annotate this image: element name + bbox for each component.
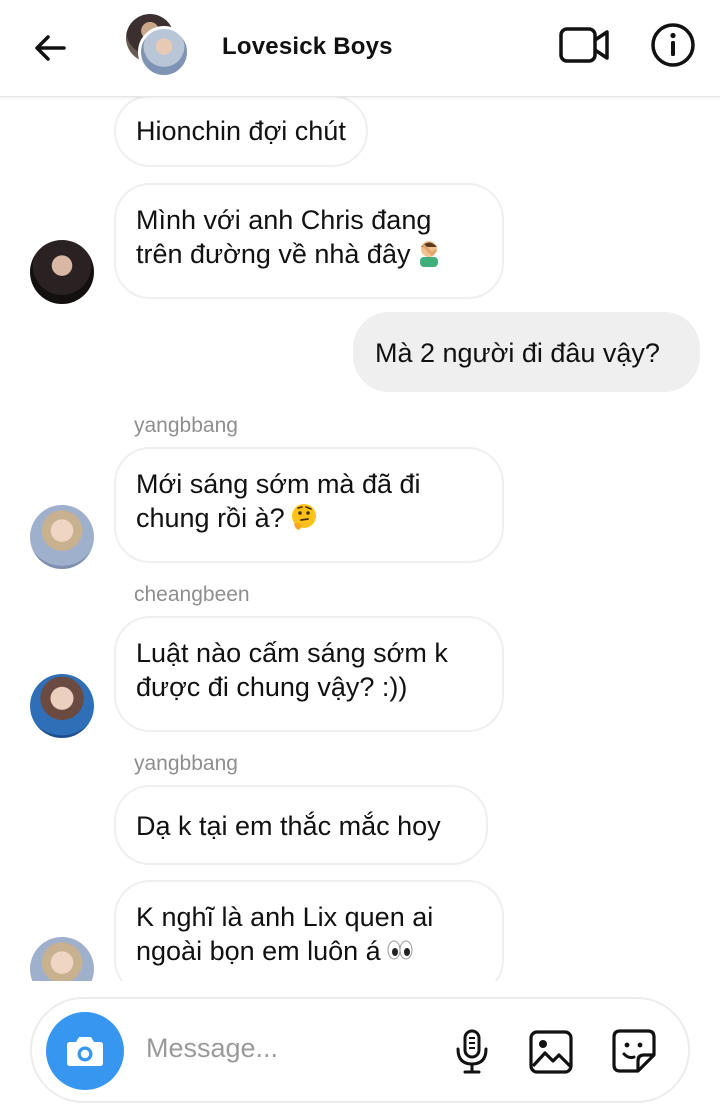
message-line: ngoài bọn em luôn á [136,934,482,968]
avatar[interactable] [30,505,94,569]
message-text: Mà 2 người đi đâu vậy? [375,338,660,368]
avatar[interactable] [30,240,94,304]
message-line: chung rồi à? [136,501,482,535]
group-avatar[interactable] [124,14,192,80]
chat-header: Lovesick Boys [0,0,720,97]
message-line: được đi chung vậy? :)) [136,672,408,702]
incoming-message[interactable]: Mới sáng sớm mà đã đi chung rồi à? [114,447,504,563]
back-arrow-icon[interactable] [28,26,72,70]
gallery-icon[interactable] [528,1029,574,1075]
video-call-icon[interactable] [558,24,610,66]
sender-name: yangbbang [134,752,238,775]
message-line: trên đường về nhà đây [136,237,482,271]
message-line: Luật nào cấm sáng sớm k [136,638,448,668]
camera-button[interactable] [46,1012,124,1090]
facepalm-emoji-icon [420,241,439,267]
message-text: Dạ k tại em thắc mắc hoy [136,811,441,841]
avatar[interactable] [30,937,94,981]
incoming-message[interactable]: Dạ k tại em thắc mắc hoy [114,785,488,865]
message-line: Mới sáng sớm mà đã đi [136,469,421,499]
message-composer[interactable]: Message... [30,997,690,1103]
sender-name: cheangbeen [134,583,250,606]
message-line: Mình với anh Chris đang [136,205,432,235]
outgoing-message[interactable]: Mà 2 người đi đâu vậy? [353,312,700,392]
microphone-icon[interactable] [452,1029,492,1075]
avatar[interactable] [30,674,94,738]
group-avatar-front [138,26,190,78]
info-icon[interactable] [650,22,696,68]
message-thread[interactable]: Hionchin đợi chút Mình với anh Chris đan… [0,97,720,981]
incoming-message[interactable]: Hionchin đợi chút [114,97,368,167]
sender-name: yangbbang [134,414,238,437]
thinking-face-emoji-icon [291,504,316,530]
sticker-icon[interactable] [610,1027,658,1075]
incoming-message[interactable]: K nghĩ là anh Lix quen ai ngoài bọn em l… [114,880,504,981]
camera-icon [67,1037,103,1066]
message-line: K nghĩ là anh Lix quen ai [136,902,434,932]
incoming-message[interactable]: Mình với anh Chris đang trên đường về nh… [114,183,504,299]
chat-title[interactable]: Lovesick Boys [222,33,393,61]
incoming-message[interactable]: Luật nào cấm sáng sớm k được đi chung vậ… [114,616,504,732]
message-input[interactable]: Message... [146,1033,278,1064]
eyes-emoji-icon [387,940,413,960]
composer-bar: Message... [0,981,720,1119]
message-text: Hionchin đợi chút [136,116,346,146]
